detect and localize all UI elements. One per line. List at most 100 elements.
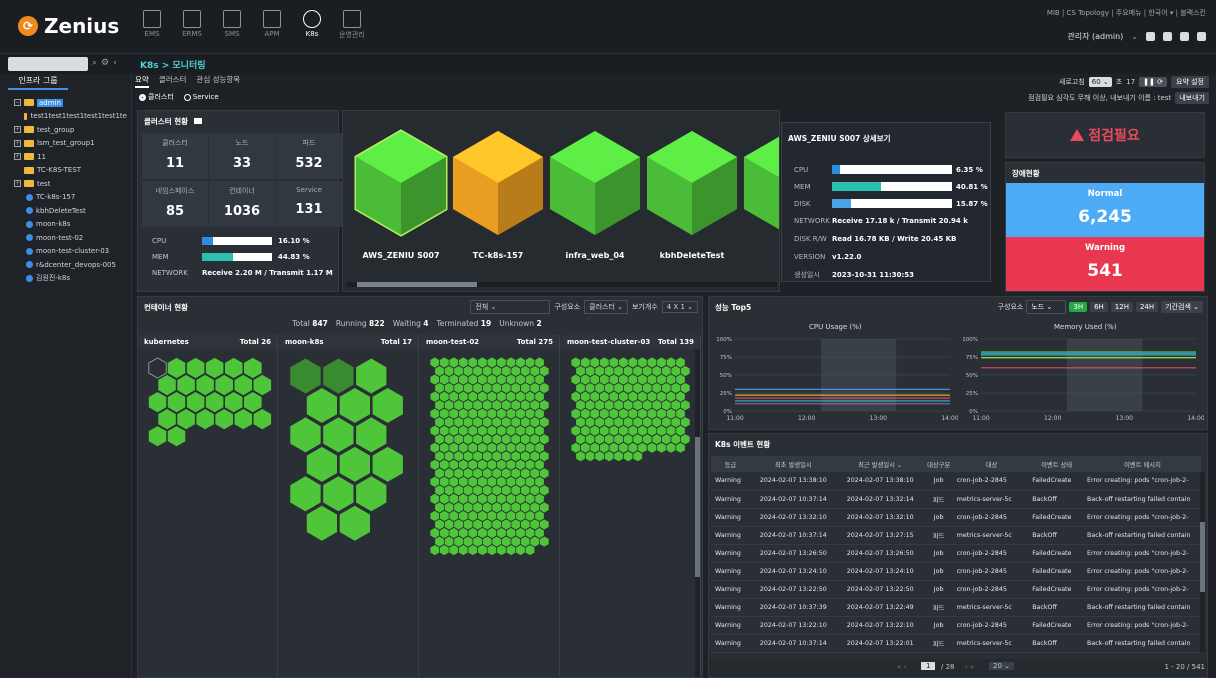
stat-card[interactable]: 클러스터 11 [142, 133, 208, 179]
nav-erms[interactable]: ERMS [174, 10, 210, 40]
table-row[interactable]: Warning 2024-02-07 10:37:39 2024-02-07 13:… [711, 598, 1201, 617]
lock-icon[interactable] [1163, 32, 1172, 41]
events-col-header[interactable]: 이벤트 상태 [1029, 456, 1085, 472]
tree-item[interactable]: moon-test-02 [4, 231, 127, 245]
range-6H[interactable]: 6H [1090, 302, 1108, 312]
container-column-header[interactable]: moon-k8s Total 17 [279, 335, 418, 349]
collapse-icon[interactable]: ‹ [113, 58, 121, 68]
comp-select[interactable]: 클러스터 ⌄ [584, 300, 628, 314]
events-col-header[interactable]: 대상 [953, 456, 1030, 472]
normal-count-card[interactable]: Normal 6,245 [1006, 183, 1204, 237]
events-col-header[interactable]: 대상구분 [923, 456, 954, 472]
table-row[interactable]: Warning 2024-02-07 13:22:50 2024-02-07 13:… [711, 580, 1201, 599]
table-row[interactable]: Warning 2024-02-07 13:38:10 2024-02-07 13:… [711, 472, 1201, 491]
events-col-header[interactable]: 최초 발생일시 [749, 456, 837, 472]
expand-icon[interactable]: − [14, 99, 21, 107]
nav-k8s[interactable]: K8s [294, 10, 330, 40]
container-column-header[interactable]: moon-test-cluster-03 Total 139 [561, 335, 700, 349]
y-tick-label: 100% [716, 337, 732, 343]
cluster-hex-2[interactable] [547, 125, 643, 241]
summary-settings-button[interactable]: 요약 설정 [1171, 76, 1209, 88]
nav-ems[interactable]: EMS [134, 10, 170, 40]
radio-cluster[interactable]: 클러스터 [139, 92, 174, 102]
expand-icon[interactable]: + [14, 126, 21, 134]
table-row[interactable]: Warning 2024-02-07 13:24:10 2024-02-07 13:… [711, 562, 1201, 581]
table-row[interactable]: Warning 2024-02-07 13:22:10 2024-02-07 13:… [711, 616, 1201, 635]
cluster-hex-1[interactable] [450, 125, 546, 241]
events-col-header[interactable]: 등급 [711, 456, 750, 472]
tab-2[interactable]: 관심 성능항목 [196, 74, 240, 88]
carousel-scrollbar[interactable] [347, 282, 777, 287]
tree-item[interactable]: 김원진-k8s [4, 272, 127, 286]
last-page-icon[interactable]: › » [965, 663, 974, 671]
chevron-down-icon[interactable]: ⌄ [1131, 32, 1138, 41]
nav-sms[interactable]: SMS [214, 10, 250, 40]
search-icon[interactable]: ⌕ [92, 58, 101, 68]
table-row[interactable]: Warning 2024-02-07 13:26:50 2024-02-07 13:… [711, 544, 1201, 563]
tree-item[interactable]: + test [4, 177, 127, 191]
period-search-button[interactable]: 기간검색 ⌄ [1161, 301, 1203, 313]
events-col-header[interactable]: 이벤트 메시지 [1084, 456, 1201, 472]
events-col-header[interactable]: 최근 발생일시 ⌄ [836, 456, 924, 472]
page-input[interactable]: 1 [921, 662, 936, 670]
stat-card[interactable]: Service 131 [276, 181, 342, 227]
range-3H[interactable]: 3H [1069, 302, 1088, 312]
stat-card[interactable]: 컨테이너 1036 [209, 181, 275, 227]
view-select[interactable]: 4 X 1 ⌄ [661, 301, 698, 313]
cluster-carousel[interactable]: AWS_ZENIU S007 TC-k8s-157 infra_web_04 kbhD… [342, 110, 780, 292]
doc-icon[interactable] [1180, 32, 1189, 41]
cluster-hex-0[interactable] [353, 125, 449, 241]
nav-운영관리[interactable]: 운영관리 [334, 10, 370, 40]
range-24H[interactable]: 24H [1135, 302, 1159, 312]
tab-0[interactable]: 요약 [135, 74, 149, 88]
tree-item[interactable]: moon-k8s [4, 218, 127, 232]
tree-item[interactable]: − admin [4, 96, 127, 110]
container-column-header[interactable]: moon-test-02 Total 275 [420, 335, 559, 349]
range-12H[interactable]: 12H [1110, 302, 1133, 312]
tree-item[interactable]: +11 [4, 150, 127, 164]
tree-item[interactable]: TC-K8S-TEST [4, 164, 127, 178]
events-scrollbar[interactable] [1200, 472, 1205, 652]
perf-comp-select[interactable]: 노드 ⌄ [1026, 300, 1067, 314]
tree-item[interactable]: r&dcenter_devops-005 [4, 258, 127, 272]
radio-service[interactable]: Service [183, 93, 219, 101]
logo[interactable]: ⟳ Zenius [18, 14, 119, 38]
search-input[interactable] [8, 57, 88, 71]
tree-item[interactable]: + test_group [4, 123, 127, 137]
tree-item[interactable]: kbhDeleteTest [4, 204, 127, 218]
refresh-select[interactable]: 60 ⌄ [1088, 77, 1112, 87]
gear-icon[interactable]: ⚙ [101, 58, 113, 68]
table-row[interactable]: Warning 2024-02-07 10:37:14 2024-02-07 13:… [711, 526, 1201, 545]
tree-item[interactable]: moon-test-cluster-03 [4, 245, 127, 259]
user-icon[interactable] [1146, 32, 1155, 41]
container-column-header[interactable]: kubernetes Total 26 [138, 335, 277, 349]
tab-1[interactable]: 클러스터 [159, 74, 187, 88]
first-page-icon[interactable]: « ‹ [897, 663, 906, 671]
cluster-hex-3[interactable] [644, 125, 740, 241]
stat-card[interactable]: 파드 532 [276, 133, 342, 179]
table-row[interactable]: Warning 2024-02-07 10:37:14 2024-02-07 13:… [711, 634, 1201, 653]
tree-item[interactable]: TC-k8s-157 [4, 191, 127, 205]
tree-item[interactable]: test1test1test1test1test1te [4, 110, 127, 124]
filter-select[interactable]: 전체 ⌄ [470, 300, 551, 314]
bell-icon[interactable] [1197, 32, 1206, 41]
table-row[interactable]: Warning 2024-02-07 13:32:10 2024-02-07 13:… [711, 508, 1201, 527]
user-name[interactable]: 관리자 (admin) [1067, 31, 1123, 42]
expand-icon[interactable]: + [14, 153, 21, 161]
export-button[interactable]: 내보내기 [1175, 92, 1209, 104]
expand-icon[interactable]: + [14, 139, 21, 147]
stat-card[interactable]: 네임스페이스 85 [142, 181, 208, 227]
tree-item[interactable]: + lsm_test_group1 [4, 137, 127, 151]
stat-card[interactable]: 노드 33 [209, 133, 275, 179]
sidebar-tools[interactable]: ⌕⚙‹ [92, 58, 121, 68]
cluster-hex-4[interactable] [741, 125, 780, 241]
top-links[interactable]: MIB | CS Topology | 주요메뉴 | 한국어 ▾ | 블랙스킨 [1047, 8, 1206, 18]
table-row[interactable]: Warning 2024-02-07 10:37:14 2024-02-07 13:… [711, 490, 1201, 509]
expand-icon[interactable]: + [14, 180, 21, 188]
page-size-select[interactable]: 20 ⌄ [989, 662, 1015, 670]
nav-apm[interactable]: APM [254, 10, 290, 40]
tab-infra-group[interactable]: 인프라 그룹 [8, 74, 68, 90]
info-icon[interactable] [193, 118, 202, 124]
pause-button[interactable]: ❚❚ ⟳ [1139, 77, 1167, 87]
warning-count-card[interactable]: Warning 541 [1006, 237, 1204, 291]
